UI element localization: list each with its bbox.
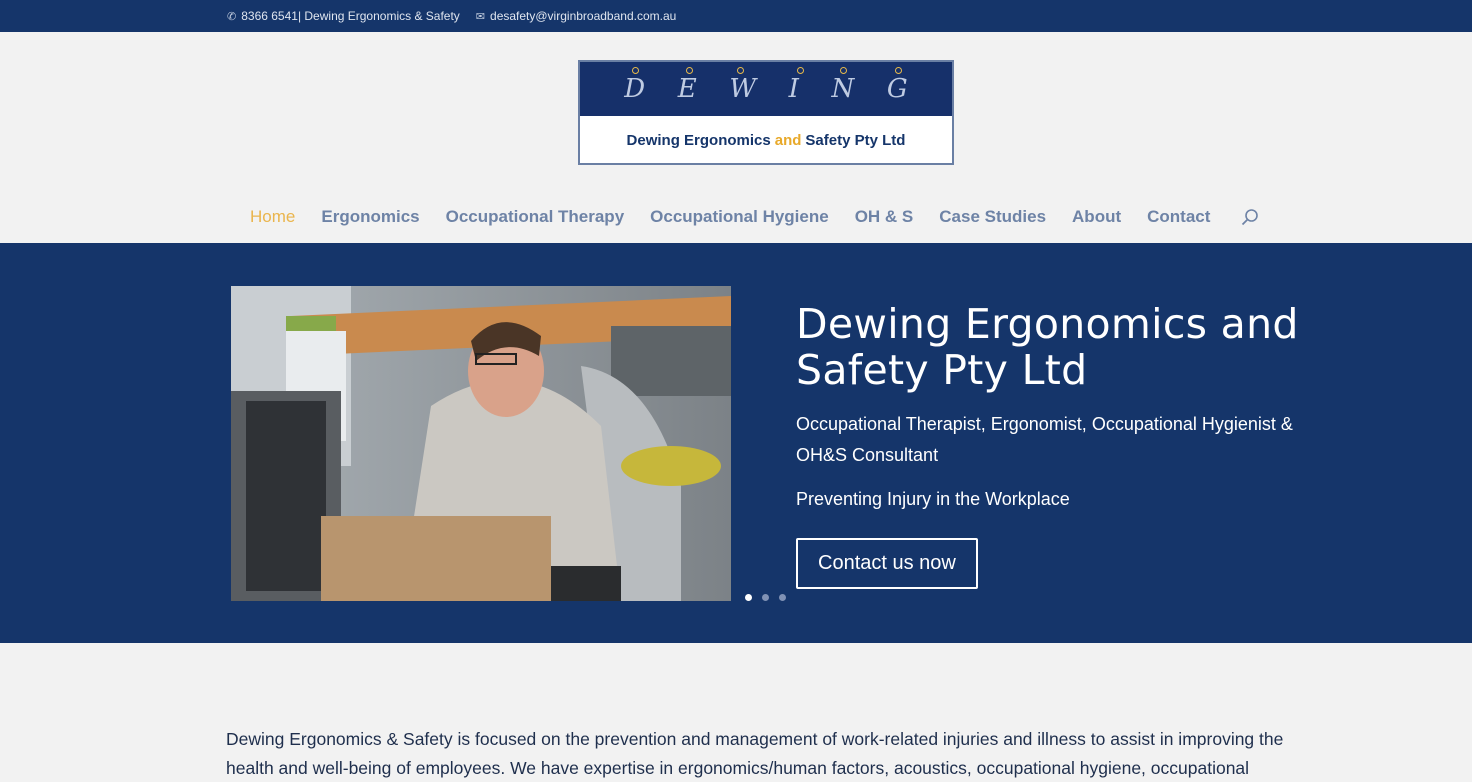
email-text: desafety@virginbroadband.com.au xyxy=(490,9,677,23)
nav-item-case-studies[interactable]: Case Studies xyxy=(939,207,1046,227)
logo-name-part2: Safety Pty Ltd xyxy=(805,132,906,149)
logo-name-part1: Dewing Ergonomics xyxy=(626,132,771,149)
site-header: D E W I N G Dewing Ergonomics and Safety… xyxy=(0,32,1472,243)
hero-subtitle: Occupational Therapist, Ergonomist, Occu… xyxy=(796,414,1293,465)
logo-letter: D xyxy=(624,67,646,104)
logo-company-name: Dewing Ergonomics and Safety Pty Ltd xyxy=(580,116,952,165)
logo-letter-band: D E W I N G xyxy=(580,62,952,116)
site-logo[interactable]: D E W I N G Dewing Ergonomics and Safety… xyxy=(578,60,954,165)
nav-item-about[interactable]: About xyxy=(1072,207,1121,227)
logo-letter: E xyxy=(677,67,697,104)
hero-content: Dewing Ergonomics and Safety Pty Ltd Occ… xyxy=(796,301,1336,589)
logo-letter: I xyxy=(788,67,805,104)
nav-item-home[interactable]: Home xyxy=(250,207,295,227)
logo-letter: G xyxy=(886,67,908,104)
phone-contact[interactable]: ✆ 8366 6541| Dewing Ergonomics & Safety xyxy=(227,9,460,23)
intro-paragraph: Dewing Ergonomics & Safety is focused on… xyxy=(226,729,1284,778)
contact-us-button[interactable]: Contact us now xyxy=(796,538,978,589)
envelope-icon: ✉ xyxy=(475,10,486,23)
hero-title: Dewing Ergonomics and Safety Pty Ltd xyxy=(796,300,1299,394)
top-bar: ✆ 8366 6541| Dewing Ergonomics & Safety … xyxy=(0,0,1472,32)
main-nav: Home Ergonomics Occupational Therapy Occ… xyxy=(250,207,1259,227)
slider-dot[interactable] xyxy=(762,594,769,601)
intro-section: Dewing Ergonomics & Safety is focused on… xyxy=(0,643,1320,782)
hero-tagline: Preventing Injury in the Workplace xyxy=(796,489,1070,509)
logo-letter: W xyxy=(729,67,757,104)
phone-text: 8366 6541| Dewing Ergonomics & Safety xyxy=(241,9,460,23)
slider-dot[interactable] xyxy=(779,594,786,601)
email-contact[interactable]: ✉ desafety@virginbroadband.com.au xyxy=(476,9,677,23)
nav-item-occupational-therapy[interactable]: Occupational Therapy xyxy=(446,207,625,227)
slider-dot[interactable] xyxy=(745,594,752,601)
slider-pagination xyxy=(745,594,796,601)
hero-photo xyxy=(231,286,731,601)
nav-item-ohs[interactable]: OH & S xyxy=(855,207,914,227)
logo-name-and: and xyxy=(774,132,802,149)
nav-item-ergonomics[interactable]: Ergonomics xyxy=(321,207,419,227)
logo-letter: N xyxy=(831,67,855,104)
phone-icon: ✆ xyxy=(227,10,237,23)
nav-item-contact[interactable]: Contact xyxy=(1147,207,1210,227)
search-icon[interactable] xyxy=(1241,208,1259,226)
hero-slider: Dewing Ergonomics and Safety Pty Ltd Occ… xyxy=(0,243,1472,643)
nav-item-occupational-hygiene[interactable]: Occupational Hygiene xyxy=(650,207,829,227)
